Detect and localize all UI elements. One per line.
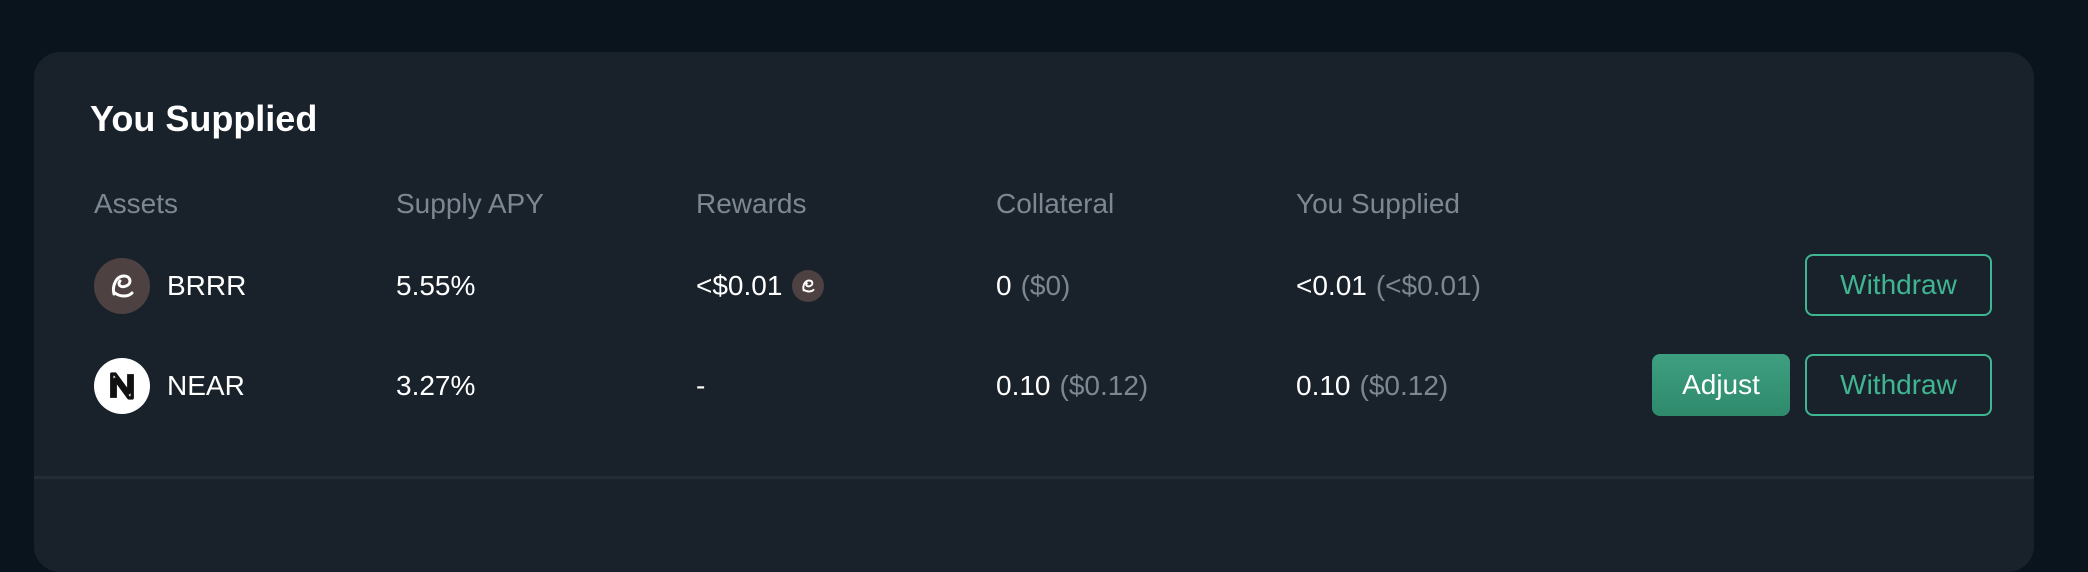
asset-name: NEAR [167,370,245,401]
collateral-amount: 0.10 [996,370,1051,401]
asset-cell: BRRR [94,254,246,318]
supplied-usd: ($0.12) [1359,370,1449,401]
collateral-usd: ($0.12) [1059,370,1149,401]
supplied-card: You Supplied Assets Supply APY Rewards C… [34,52,2034,572]
asset-name: BRRR [167,270,247,301]
brrr-token-icon [792,270,825,302]
withdraw-button[interactable]: Withdraw [1805,354,1992,416]
supplied-cell: 0.10 ($0.12) [1296,354,1448,418]
supply-apy-value: 5.55% [396,270,476,301]
brrr-token-icon [94,258,150,314]
collateral-usd: ($0) [1020,270,1071,301]
asset-cell: NEAR [94,354,245,418]
divider [34,476,2034,479]
withdraw-button[interactable]: Withdraw [1805,254,1992,316]
supply-apy-value: 3.27% [396,370,476,401]
table-row: NEAR 3.27% - 0.10 ($0.12) 0.10 ($0.12) A… [34,354,2034,418]
collateral-cell: 0 ($0) [996,254,1070,318]
rewards-value: - [696,370,706,401]
collateral-amount: 0 [996,270,1012,301]
supplied-cell: <0.01 (<$0.01) [1296,254,1481,318]
near-token-icon [94,358,150,414]
column-header-assets: Assets [94,188,179,219]
rewards-cell: <$0.01 [696,254,825,318]
rewards-value: <$0.01 [696,270,783,301]
column-header-collateral: Collateral [996,188,1115,219]
collateral-cell: 0.10 ($0.12) [996,354,1148,418]
supplied-usd: (<$0.01) [1375,270,1481,301]
adjust-button[interactable]: Adjust [1652,354,1790,416]
supplied-amount: 0.10 [1296,370,1351,401]
column-header-supply-apy: Supply APY [396,188,544,219]
column-header-rewards: Rewards [696,188,807,219]
section-title: You Supplied [90,98,318,139]
column-header-you-supplied: You Supplied [1296,188,1461,219]
table-row: BRRR 5.55% <$0.01 0 ($0) <0.01 (<$0.01) … [34,254,2034,318]
supplied-amount: <0.01 [1296,270,1367,301]
